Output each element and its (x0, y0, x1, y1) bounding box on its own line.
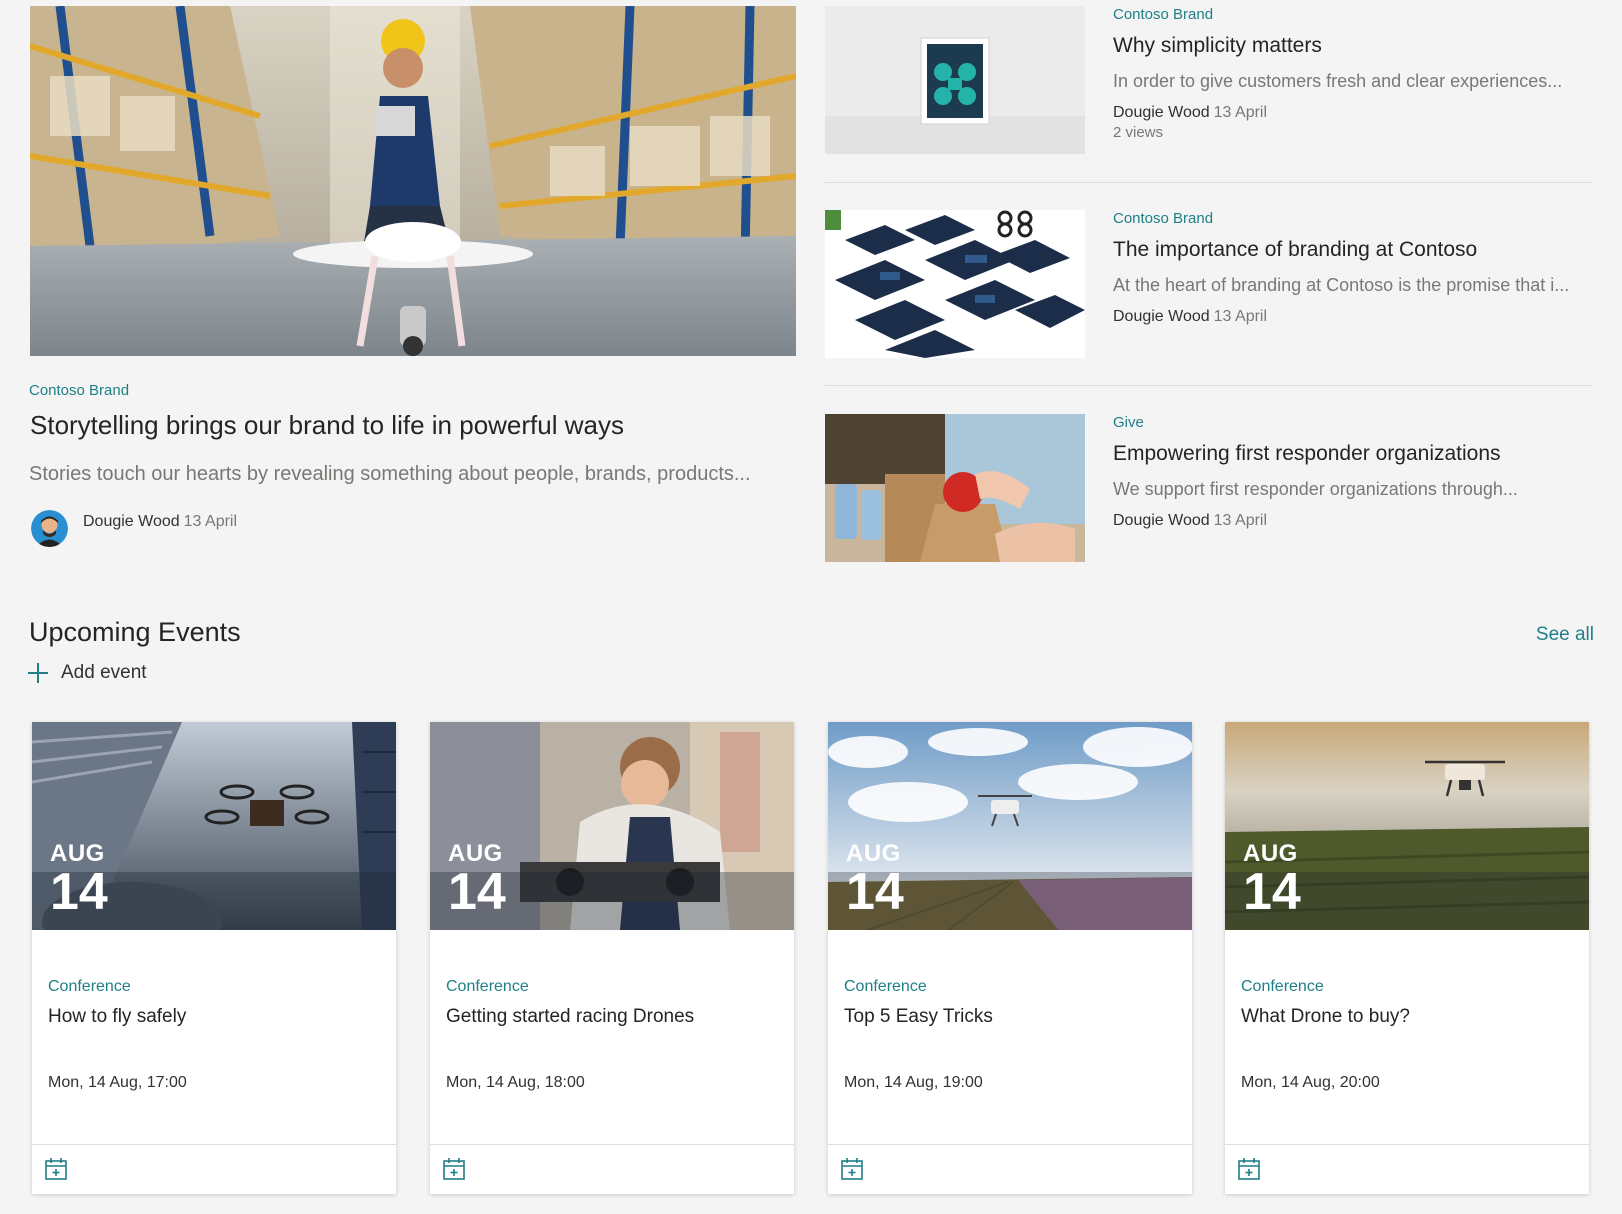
hero-author: Dougie Wood 13 April (31, 510, 237, 548)
event-card[interactable]: AUG 14 Conference Top 5 Easy Tricks Mon,… (828, 722, 1192, 1194)
news-author[interactable]: Dougie Wood (1113, 104, 1210, 121)
hero-image[interactable] (30, 6, 796, 356)
news-item[interactable]: Give Empowering first responder organiza… (825, 414, 1593, 564)
news-item[interactable]: Contoso Brand Why simplicity matters In … (825, 6, 1593, 156)
add-to-calendar-button[interactable] (440, 1155, 468, 1183)
divider (825, 385, 1593, 386)
add-to-calendar-button[interactable] (838, 1155, 866, 1183)
calendar-add-icon (45, 1158, 67, 1180)
news-date: 13 April (1213, 104, 1268, 121)
add-event-button[interactable]: Add event (28, 662, 147, 684)
event-card[interactable]: AUG 14 Conference How to fly safely Mon,… (32, 722, 396, 1194)
card-divider (430, 1144, 794, 1145)
event-card[interactable]: AUG 14 Conference What Drone to buy? Mon… (1225, 722, 1589, 1194)
event-category: Conference (1241, 978, 1324, 995)
news-title[interactable]: The importance of branding at Contoso (1113, 237, 1593, 263)
hero-title[interactable]: Storytelling brings our brand to life in… (30, 410, 624, 441)
person-avatar-icon (31, 510, 68, 547)
news-description: In order to give customers fresh and cle… (1113, 71, 1563, 91)
event-time: Mon, 14 Aug, 19:00 (844, 1074, 983, 1091)
news-date: 13 April (1213, 308, 1268, 325)
news-title[interactable]: Empowering first responder organizations (1113, 441, 1593, 467)
calendar-add-icon (841, 1158, 863, 1180)
news-thumbnail[interactable] (825, 210, 1085, 358)
divider (825, 182, 1593, 183)
calendar-add-icon (443, 1158, 465, 1180)
news-category[interactable]: Contoso Brand (1113, 210, 1593, 228)
card-divider (828, 1144, 1192, 1145)
news-title[interactable]: Why simplicity matters (1113, 33, 1593, 59)
plus-icon (28, 663, 48, 683)
brand-devices-photo-icon (825, 210, 1085, 358)
card-divider (32, 1144, 396, 1145)
news-category[interactable]: Give (1113, 414, 1593, 432)
framed-logo-photo-icon (825, 6, 1085, 154)
add-event-label: Add event (61, 662, 147, 683)
news-thumbnail[interactable] (825, 414, 1085, 562)
news-description: At the heart of branding at Contoso is t… (1113, 275, 1570, 295)
avatar (31, 510, 68, 547)
news-item[interactable]: Contoso Brand The importance of branding… (825, 210, 1593, 360)
news-category[interactable]: Contoso Brand (1113, 6, 1593, 24)
event-time: Mon, 14 Aug, 18:00 (446, 1074, 585, 1091)
hero-category[interactable]: Contoso Brand (29, 382, 129, 399)
add-to-calendar-button[interactable] (1235, 1155, 1263, 1183)
event-day: 14 (1243, 863, 1301, 921)
event-title[interactable]: What Drone to buy? (1241, 1006, 1410, 1028)
news-date: 13 April (1213, 512, 1268, 529)
hero-date: 13 April (183, 513, 238, 530)
news-author[interactable]: Dougie Wood (1113, 308, 1210, 325)
news-description: We support first responder organizations… (1113, 479, 1518, 499)
event-category: Conference (446, 978, 529, 995)
see-all-link[interactable]: See all (1536, 624, 1594, 646)
event-category: Conference (844, 978, 927, 995)
events-title: Upcoming Events (29, 617, 241, 647)
event-time: Mon, 14 Aug, 17:00 (48, 1074, 187, 1091)
news-author[interactable]: Dougie Wood (1113, 512, 1210, 529)
drone-warehouse-photo-icon (30, 6, 796, 356)
event-day: 14 (846, 863, 904, 921)
add-to-calendar-button[interactable] (42, 1155, 70, 1183)
card-divider (1225, 1144, 1589, 1145)
calendar-add-icon (1238, 1158, 1260, 1180)
event-day: 14 (448, 863, 506, 921)
news-views: 2 views (1113, 124, 1164, 141)
event-title[interactable]: Getting started racing Drones (446, 1006, 694, 1028)
event-title[interactable]: Top 5 Easy Tricks (844, 1006, 993, 1028)
event-category: Conference (48, 978, 131, 995)
news-thumbnail[interactable] (825, 6, 1085, 154)
hero-description: Stories touch our hearts by revealing so… (29, 463, 751, 485)
food-donation-photo-icon (825, 414, 1085, 562)
event-time: Mon, 14 Aug, 20:00 (1241, 1074, 1380, 1091)
event-day: 14 (50, 863, 108, 921)
hero-author-name[interactable]: Dougie Wood (83, 513, 180, 530)
event-title[interactable]: How to fly safely (48, 1006, 186, 1028)
event-card[interactable]: AUG 14 Conference Getting started racing… (430, 722, 794, 1194)
